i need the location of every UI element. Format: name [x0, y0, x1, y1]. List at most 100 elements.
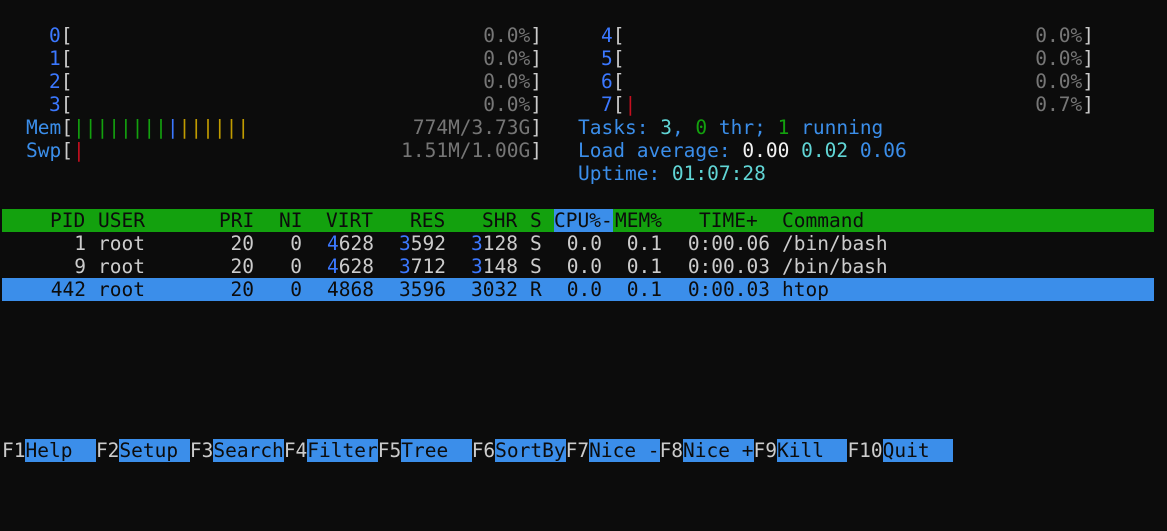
cpu-value: 0.0%]: [483, 47, 542, 70]
column-user[interactable]: USER: [98, 209, 145, 232]
time-cell: 0:00.06: [687, 232, 770, 255]
cpu-meter-0: 0[: [49, 24, 73, 47]
column-time[interactable]: TIME+: [699, 209, 758, 232]
shr-cell: 3032: [471, 278, 518, 301]
cpu-value: 0.7%]: [1035, 93, 1094, 116]
state-cell: S: [530, 232, 542, 255]
cpu-meter-2: 2[: [49, 70, 73, 93]
load-15min: 0.06: [859, 139, 907, 162]
load-average-line: Load average: 0.00 0.02 0.06: [578, 139, 907, 162]
function-key-f7[interactable]: F7: [566, 439, 589, 462]
function-key-f4[interactable]: F4: [284, 439, 307, 462]
cpu-number: 4: [601, 24, 613, 47]
mem-cell: 0.1: [626, 255, 662, 278]
function-label-f4[interactable]: Filter: [307, 439, 378, 462]
cpu-number: 5: [601, 47, 613, 70]
function-label-f6[interactable]: SortBy: [495, 439, 566, 462]
tasks-count: 3: [660, 116, 672, 139]
column-command[interactable]: Command: [782, 209, 864, 232]
shr-cell: 3148: [471, 255, 518, 278]
cpu-value: 0.0%]: [483, 24, 542, 47]
function-key-bar: F1Help F2Setup F3SearchF4FilterF5Tree F6…: [2, 439, 1162, 462]
mem-cell: 0.1: [626, 278, 662, 301]
nice-cell: 0: [290, 255, 302, 278]
function-label-f10[interactable]: Quit: [882, 439, 954, 462]
function-label-f1[interactable]: Help: [25, 439, 96, 462]
threads-count: 0: [695, 116, 708, 139]
res-cell: 3592: [399, 232, 446, 255]
column-state[interactable]: S: [530, 209, 542, 232]
mem-label: Mem: [26, 116, 62, 139]
function-label-f8[interactable]: Nice +: [683, 439, 754, 462]
cpu-meter-5: 5[: [601, 47, 625, 70]
function-key-f6[interactable]: F6: [472, 439, 495, 462]
pid-cell: 442: [50, 278, 86, 301]
load-5min: 0.02: [801, 139, 849, 162]
uptime-line: Uptime: 01:07:28: [578, 162, 766, 185]
cpu-cell: 0.0: [566, 255, 602, 278]
process-row-selected[interactable]: 442 root 20 0 4868 3596 3032 R 0.0 0.1 0:00.03 htop: [2, 278, 1154, 301]
column-pid[interactable]: PID: [50, 209, 85, 232]
process-row[interactable]: 1 root 20 0 4628 3592 3128 S 0.0 0.1 0:00.06/bin/b…: [2, 232, 1154, 255]
swap-meter: Swp[|: [26, 139, 85, 162]
tasks-line: Tasks: 3, 0 thr; 1 running: [578, 116, 884, 139]
function-label-f3[interactable]: Search: [213, 439, 284, 462]
pid-cell: 1: [74, 232, 86, 255]
column-cpu-sorted[interactable]: CPU%-: [554, 209, 613, 232]
cpu-value: 0.0%]: [483, 70, 542, 93]
res-cell: 3596: [399, 278, 446, 301]
function-key-f10[interactable]: F10: [847, 439, 882, 462]
function-label-f2[interactable]: Setup: [119, 439, 190, 462]
cpu-number: 1: [49, 47, 61, 70]
function-key-f1[interactable]: F1: [2, 439, 25, 462]
column-virt[interactable]: VIRT: [326, 209, 373, 232]
cpu-cell: 0.0: [566, 278, 602, 301]
function-label-f7[interactable]: Nice -: [589, 439, 660, 462]
cpu-number: 0: [49, 24, 61, 47]
function-key-f2[interactable]: F2: [96, 439, 119, 462]
process-row[interactable]: 9 root 20 0 4628 3712 3148 S 0.0 0.1 0:00.03/bin/b…: [2, 255, 1154, 278]
user-cell: root: [98, 255, 145, 278]
load-1min: 0.00: [742, 139, 790, 162]
time-cell: 0:00.03: [687, 278, 770, 301]
column-ni[interactable]: NI: [279, 209, 302, 232]
state-cell: S: [530, 255, 542, 278]
column-shr[interactable]: SHR: [482, 209, 517, 232]
cpu-meter-3: 3[: [49, 93, 73, 116]
shr-cell: 3128: [471, 232, 518, 255]
function-key-f5[interactable]: F5: [378, 439, 401, 462]
column-pri[interactable]: PRI: [219, 209, 254, 232]
cpu-meter-1: 1[: [49, 47, 73, 70]
nice-cell: 0: [290, 232, 302, 255]
function-key-f3[interactable]: F3: [190, 439, 213, 462]
swap-value: 1.51M/1.00G]: [401, 139, 542, 162]
command-cell: /bin/bash: [782, 232, 888, 255]
cpu-meter-4: 4[: [601, 24, 625, 47]
sort-indicator: -: [600, 209, 613, 232]
column-res[interactable]: RES: [410, 209, 445, 232]
function-label-f9[interactable]: Kill: [776, 439, 848, 462]
pid-cell: 9: [74, 255, 86, 278]
column-mem[interactable]: MEM%: [615, 209, 662, 232]
user-cell: root: [98, 278, 145, 301]
process-table-header: PID USER PRI NI VIRT RES SHR S CPU%- MEM…: [2, 209, 1154, 232]
function-key-f9[interactable]: F9: [754, 439, 777, 462]
cpu-bar: |: [624, 93, 637, 116]
cpu-meter-6: 6[: [601, 70, 625, 93]
cpu-value: 0.0%]: [1035, 24, 1094, 47]
virt-cell: 4868: [327, 278, 374, 301]
command-cell: htop: [782, 278, 829, 301]
state-cell: R: [530, 278, 542, 301]
cpu-value: 0.0%]: [483, 93, 542, 116]
mem-value: 774M/3.73G]: [412, 116, 542, 139]
cpu-meter-7: 7[|: [601, 93, 637, 116]
time-cell: 0:00.03: [687, 255, 770, 278]
cpu-number: 7: [601, 93, 613, 116]
cpu-cell: 0.0: [566, 232, 602, 255]
virt-cell: 4628: [327, 232, 374, 255]
res-cell: 3712: [399, 255, 446, 278]
command-cell: /bin/bash: [782, 255, 888, 278]
function-key-f8[interactable]: F8: [660, 439, 683, 462]
function-label-f5[interactable]: Tree: [401, 439, 472, 462]
mem-meter: Mem[|||||||||||||||: [26, 116, 250, 139]
